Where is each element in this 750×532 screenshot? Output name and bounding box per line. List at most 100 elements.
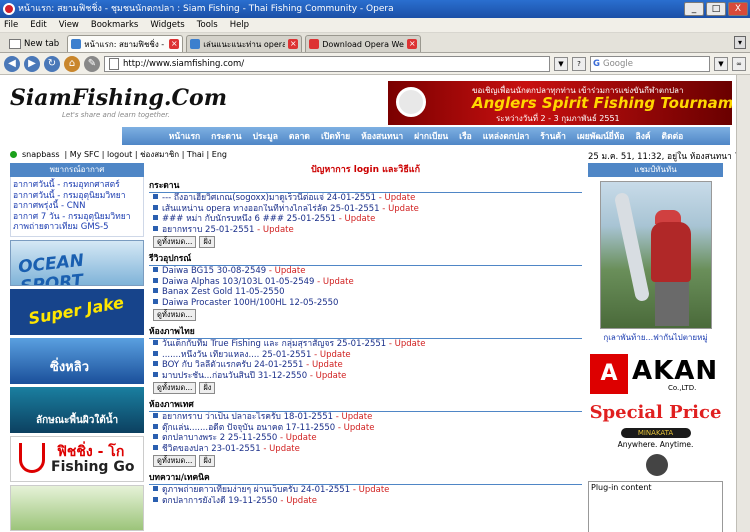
list-item[interactable]: อยากทราบ ว่าเป็น ปลาอะไรครับ 18-01-2551 … (149, 412, 582, 423)
list-item[interactable]: มาบประชัน...ก่อนวันสิ้นปี 31-12-2550 - U… (149, 371, 582, 382)
bullet-icon (153, 444, 158, 450)
list-item[interactable]: อยากทราบ 25-01-2551 - Update (149, 225, 582, 236)
list-item[interactable]: Daiwa Procaster 100H/100HL 12-05-2550 (149, 298, 582, 309)
menu-bookmarks[interactable]: Bookmarks (91, 20, 139, 30)
see-all-button[interactable]: ดูทั้งหมด... (153, 236, 197, 248)
address-field[interactable]: http://www.siamfishing.com/ (104, 55, 550, 72)
nav-market[interactable]: ตลาด (289, 129, 310, 143)
nav-deposit[interactable]: ฝากเบียน (414, 129, 448, 143)
help-icon[interactable]: ? (572, 56, 586, 71)
go-button[interactable]: ฝั่ง (199, 236, 216, 248)
list-item[interactable]: Banax Zest Gold 11-05-2550 (149, 287, 582, 298)
login-help-link[interactable]: ปัญหาการ login และวิธีแก้ (149, 163, 582, 177)
menu-help[interactable]: Help (230, 20, 249, 30)
item-text: ตุ๊กแล่น.......อดีต ปัจจุบัน อนาคต 17-11… (162, 422, 336, 433)
list-item[interactable]: ชีวิตของปลา 23-01-2551 - Update (149, 444, 582, 455)
weather-link[interactable]: ภาพถ่ายดาวเทียม GMS-5 (13, 222, 143, 233)
ad-underwater[interactable]: ลักษณะพื้นผิวใต้น้ำ (10, 387, 144, 433)
ad-fishing-go[interactable]: ฟิชชิ่ง - โก Fishing Go (10, 436, 144, 482)
nav-board[interactable]: กระดาน (211, 129, 241, 143)
menu-view[interactable]: View (59, 20, 79, 30)
close-button[interactable]: X (728, 2, 748, 16)
photo-caption[interactable]: กุเลาพันท้าย...ฟากันไปตายหมู่ (588, 331, 723, 344)
reload-icon[interactable]: ↻ (44, 55, 60, 72)
list-item[interactable]: ตกปลาการยังไงดี 19-11-2550 - Update (149, 496, 582, 507)
nav-brands[interactable]: เผยพัฒน์ยี่ห้อ (577, 129, 625, 143)
address-dropdown-icon[interactable]: ▼ (554, 56, 568, 71)
list-item[interactable]: BOY กับ วิลลี่ตัวแรกครับ 24-01-2551 - Up… (149, 360, 582, 371)
nav-spots[interactable]: แหล่งตกปลา (483, 129, 529, 143)
ad-text: ลักษณะพื้นผิวใต้น้ำ (36, 415, 119, 426)
trash-icon[interactable]: ▾ (734, 36, 746, 49)
see-all-button[interactable]: ดูทั้งหมด... (153, 382, 197, 394)
nav-links[interactable]: ลิงค์ (636, 129, 651, 143)
ad-bottom[interactable] (10, 485, 144, 531)
see-all-button[interactable]: ดูทั้งหมด... (153, 455, 197, 467)
new-tab-button[interactable]: New tab (4, 35, 64, 52)
search-field[interactable]: G Google (590, 55, 710, 72)
menu-edit[interactable]: Edit (30, 20, 46, 30)
list-item[interactable]: .......หนึ่งวัน เที่ยวแหลง.... 25-01-255… (149, 350, 582, 361)
zoom-icon[interactable]: ∞ (732, 56, 746, 71)
list-item[interactable]: ตกปลาบางพระ 2 25-11-2550 - Update (149, 433, 582, 444)
special-price-ad[interactable]: Special Price (588, 402, 723, 424)
banner-line2: Anglers Spirit Fishing Tournament # 2 (472, 94, 732, 112)
list-item[interactable]: ดูภาพถ่ายดาวเทียมง่ายๆ ผ่านเว็บครับ 24-0… (149, 485, 582, 496)
ad-super-jake[interactable]: Super Jake (10, 289, 144, 335)
ad-silverlure[interactable]: ซิ่งหลิว (10, 338, 144, 384)
list-item[interactable]: เส้นแหน่าน opera ทางออกในที่ห่างไกลไร่ลั… (149, 204, 582, 215)
nav-home[interactable]: หน้าแรก (169, 129, 200, 143)
close-tab-icon[interactable]: × (288, 39, 299, 49)
ad-minakata[interactable]: MINAKATA Anywhere. Anytime. (588, 428, 723, 478)
bullet-icon (153, 340, 158, 345)
nav-shops[interactable]: ร้านค้า (540, 129, 566, 143)
site-logo[interactable]: SiamFishing.Com (10, 85, 227, 111)
close-tab-icon[interactable]: × (169, 39, 180, 49)
ad-ocean-sport[interactable]: OCEAN SPORT (10, 240, 144, 286)
home-icon[interactable]: ⌂ (64, 55, 80, 72)
item-update: - Update (352, 485, 390, 495)
champion-photo[interactable] (599, 181, 712, 329)
list-item[interactable]: Daiwa Alphas 103/103L 01-05-2549 - Updat… (149, 277, 582, 288)
edit-icon[interactable]: ✎ (84, 55, 100, 72)
nav-trunk[interactable]: เปิดท้าย (321, 129, 350, 143)
nav-boat[interactable]: เรือ (459, 129, 472, 143)
list-item[interactable]: วันเด็กกับทีม True Fishing และ กลุ่มสุรา… (149, 339, 582, 350)
bullet-icon (153, 350, 158, 356)
section-thai-photos: ห้องภาพไทย วันเด็กกับทีม True Fishing แล… (149, 326, 582, 396)
champion-title: แชมป์ทันทัน (588, 163, 723, 177)
tournament-banner[interactable]: ขอเชิญเพื่อนนักตกปลาทุกท่าน เข้าร่วมการแ… (388, 81, 732, 125)
go-button[interactable]: ฝั่ง (199, 382, 216, 394)
user-links[interactable]: | My SFC | logout | ช่องสมาชิก | Thai | … (65, 148, 227, 161)
close-tab-icon[interactable]: × (407, 39, 418, 49)
item-text: วันเด็กกับทีม True Fishing และ กลุ่มสุรา… (162, 339, 387, 349)
tab-opera-download[interactable]: Download Opera Web Br... × (305, 35, 422, 52)
list-item[interactable]: Daiwa BG15 30-08-2549 - Update (149, 266, 582, 277)
weather-link[interactable]: อากาศวันนี้ - กรมอุตุนิยมวิทยา (13, 191, 143, 202)
username[interactable]: snapbass (22, 150, 60, 159)
menu-tools[interactable]: Tools (197, 20, 218, 30)
tab-opera-thread[interactable]: เล่นแนะแนะท่าน opera ทางอ... × (186, 35, 303, 52)
vertical-scrollbar[interactable] (736, 75, 750, 532)
maximize-button[interactable]: □ (706, 2, 726, 16)
weather-link[interactable]: อากาศ 7 วัน - กรมอุตุนิยมวิทยา (13, 212, 143, 223)
nav-chat[interactable]: ห้องสนทนา (361, 129, 403, 143)
minimize-button[interactable]: _ (684, 2, 704, 16)
forward-icon[interactable]: ▶ (24, 55, 40, 72)
menu-widgets[interactable]: Widgets (150, 20, 184, 30)
list-item[interactable]: --- ถึงอาเฮียวิศเกณ(sogoxx)มาดูเร็วนี่ต่… (149, 193, 582, 204)
weather-link[interactable]: อากาศวันนี้ - กรมอุทกศาสตร์ (13, 180, 143, 191)
list-item[interactable]: ### หม่า กับนักรบหนึ่ง 6 ### 25-01-2551 … (149, 214, 582, 225)
nav-auction[interactable]: ประมูล (253, 129, 278, 143)
see-all-button[interactable]: ดูทั้งหมด... (153, 309, 197, 321)
menu-file[interactable]: File (4, 20, 18, 30)
back-icon[interactable]: ◀ (4, 55, 20, 72)
go-button[interactable]: ฝั่ง (199, 455, 216, 467)
tab-siamfishing[interactable]: หน้าแรก: สยามฟิชชิ่ง - ชุม... × (67, 35, 184, 52)
weather-link[interactable]: อากาศพรุ่งนี้ - CNN (13, 201, 143, 212)
search-dropdown-icon[interactable]: ▼ (714, 56, 728, 71)
list-item[interactable]: ตุ๊กแล่น.......อดีต ปัจจุบัน อนาคต 17-11… (149, 423, 582, 434)
ad-akan[interactable]: A AKAN Co.,LTD. (588, 352, 723, 398)
nav-contact[interactable]: ติดต่อ (662, 129, 684, 143)
item-update: - Update (335, 412, 373, 422)
